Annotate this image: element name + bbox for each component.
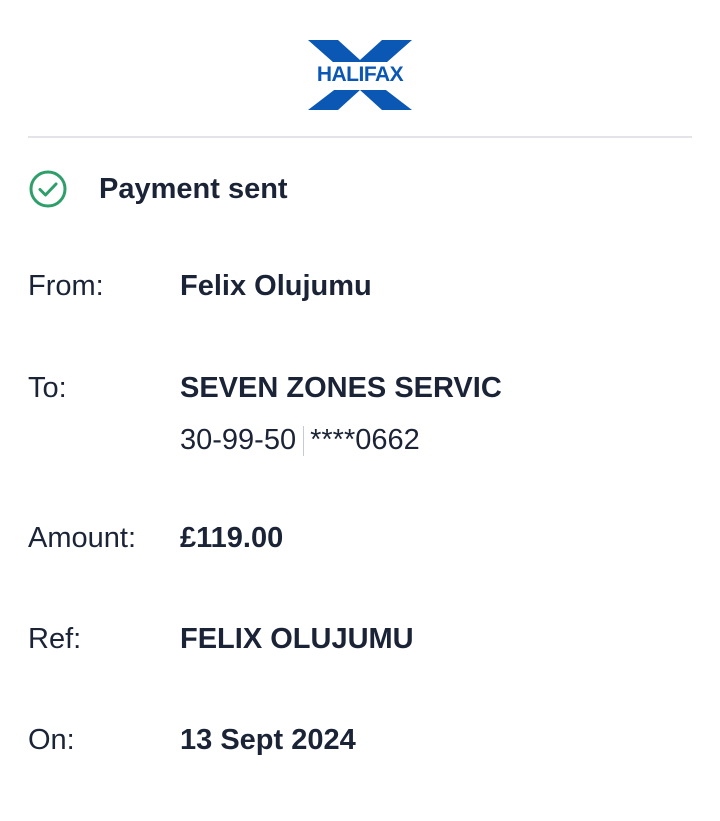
from-value: Felix Olujumu — [180, 270, 372, 302]
payee-account-details: 30-99-50 ****0662 — [180, 424, 420, 457]
payee-name: SEVEN ZONES SERVIC — [180, 372, 502, 404]
divider — [28, 136, 692, 138]
amount-row: Amount: £119.00 — [28, 522, 692, 562]
ref-row: Ref: FELIX OLUJUMU — [28, 623, 692, 663]
amount-label: Amount: — [28, 522, 136, 554]
date-value: 13 Sept 2024 — [180, 724, 356, 756]
brand-name: HALIFAX — [316, 63, 404, 86]
sort-code: 30-99-50 — [180, 424, 297, 456]
payment-status: Payment sent — [28, 168, 288, 210]
ref-value: FELIX OLUJUMU — [180, 623, 414, 655]
from-label: From: — [28, 270, 104, 302]
date-label: On: — [28, 724, 75, 756]
header: HALIFAX — [0, 40, 720, 110]
from-row: From: Felix Olujumu — [28, 270, 692, 310]
check-circle-icon — [28, 169, 68, 209]
date-row: On: 13 Sept 2024 — [28, 724, 692, 764]
separator — [303, 425, 305, 456]
amount-value: £119.00 — [180, 522, 284, 554]
ref-label: Ref: — [28, 623, 82, 655]
halifax-logo: HALIFAX — [308, 40, 412, 110]
to-label: To: — [28, 372, 67, 404]
account-number: ****0662 — [310, 424, 420, 456]
status-label: Payment sent — [99, 172, 288, 205]
to-row: To: SEVEN ZONES SERVIC 30-99-50 ****0662 — [28, 372, 692, 464]
